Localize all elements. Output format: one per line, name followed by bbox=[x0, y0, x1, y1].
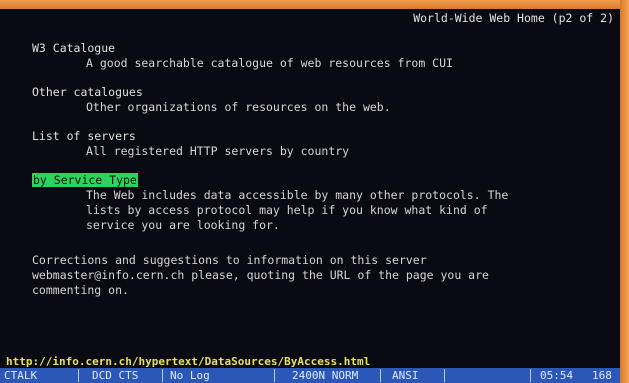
list-item: by Service Type The Web includes data ac… bbox=[32, 173, 612, 233]
monitor-bezel-right bbox=[620, 0, 629, 383]
status-baud: 2400N NORM bbox=[292, 369, 359, 382]
status-bar: CTALK DCD CTS No Log 2400N NORM ANSI 05:… bbox=[0, 368, 620, 383]
page-content: W3 Catalogue A good searchable catalogue… bbox=[32, 41, 612, 247]
link-w3-catalogue[interactable]: W3 Catalogue bbox=[32, 41, 612, 56]
list-item: Other catalogues Other organizations of … bbox=[32, 85, 612, 115]
footer-note: Corrections and suggestions to informati… bbox=[32, 253, 489, 297]
list-item: W3 Catalogue A good searchable catalogue… bbox=[32, 41, 612, 71]
link-by-service-type-selected[interactable]: by Service Type bbox=[32, 173, 138, 187]
status-time: 05:54 bbox=[540, 369, 574, 382]
entry-description: The Web includes data accessible by many… bbox=[86, 188, 509, 232]
entry-description: Other organizations of resources on the … bbox=[86, 100, 391, 114]
link-list-of-servers[interactable]: List of servers bbox=[32, 129, 612, 144]
status-log: No Log bbox=[170, 369, 210, 382]
status-separator bbox=[162, 369, 163, 382]
page-title: World-Wide Web Home (p2 of 2) bbox=[413, 11, 614, 25]
current-url: http://info.cern.ch/hypertext/DataSource… bbox=[0, 355, 375, 368]
entry-description: All registered HTTP servers by country bbox=[86, 144, 350, 158]
status-emulation: ANSI bbox=[392, 369, 419, 382]
status-signals: DCD CTS bbox=[92, 369, 139, 382]
link-other-catalogues[interactable]: Other catalogues bbox=[32, 85, 612, 100]
monitor-bezel-top bbox=[0, 0, 629, 9]
status-separator bbox=[380, 369, 381, 382]
status-separator bbox=[530, 369, 531, 382]
status-mode: CTALK bbox=[4, 369, 38, 382]
title-bar: World-Wide Web Home (p2 of 2) bbox=[0, 9, 620, 27]
entry-description: A good searchable catalogue of web resou… bbox=[86, 56, 453, 70]
status-separator bbox=[444, 369, 445, 382]
status-count: 168 bbox=[592, 369, 612, 382]
terminal-screen: World-Wide Web Home (p2 of 2) W3 Catalog… bbox=[0, 9, 620, 383]
list-item: List of servers All registered HTTP serv… bbox=[32, 129, 612, 159]
status-separator bbox=[78, 369, 79, 382]
status-separator bbox=[274, 369, 275, 382]
